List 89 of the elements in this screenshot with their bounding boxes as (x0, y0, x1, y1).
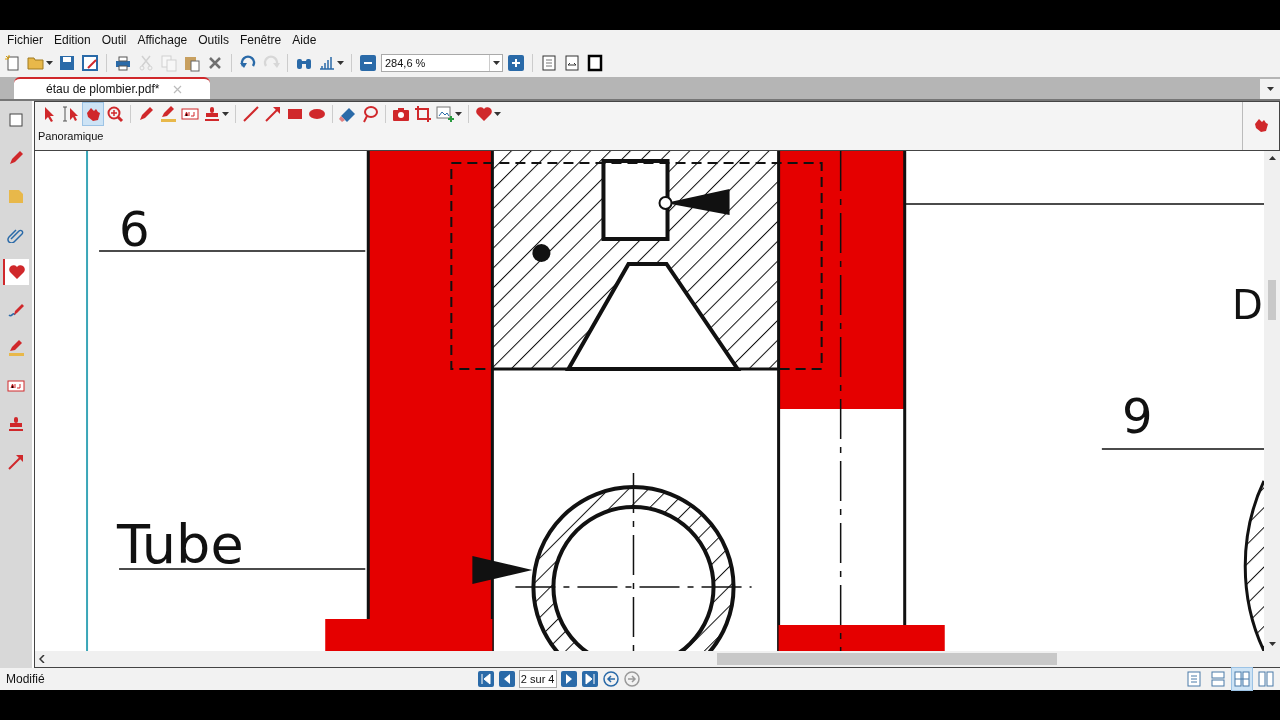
heart-icon (8, 263, 26, 281)
zoom-icon (106, 105, 124, 123)
single-page-icon (1185, 670, 1203, 688)
square-button[interactable] (585, 52, 605, 74)
drawing-label: 9 (1121, 388, 1153, 444)
copy-icon (160, 54, 178, 72)
facing-pages-view-button[interactable] (1232, 668, 1252, 690)
scroll-down-icon[interactable] (1268, 642, 1276, 646)
text-cursor-icon (62, 105, 80, 123)
last-page-button[interactable] (580, 668, 599, 690)
back-button[interactable] (601, 668, 620, 690)
menu-item[interactable]: Aide (292, 33, 317, 47)
square-icon (7, 111, 25, 129)
line-icon (242, 105, 260, 123)
caret-icon (492, 61, 500, 65)
camera-icon (392, 105, 410, 123)
caret-icon (337, 61, 344, 65)
page-icon (540, 54, 558, 72)
square-icon (586, 54, 604, 72)
eraser-icon (339, 105, 357, 123)
clipboard-icon (183, 54, 201, 72)
arrow-icon (264, 105, 282, 123)
caret-icon (222, 112, 229, 116)
plus-button[interactable] (506, 52, 526, 74)
floppy-pen-icon (81, 54, 99, 72)
menu-item[interactable]: Outils (198, 33, 229, 47)
stamp-icon (203, 105, 221, 123)
image-add-tool[interactable] (435, 103, 463, 125)
caret-icon (494, 112, 501, 116)
folder-icon (27, 54, 45, 72)
forward-button[interactable] (622, 668, 641, 690)
text-field-icon (181, 105, 199, 123)
mode-label: Panoramique (37, 129, 105, 142)
crop-icon (414, 105, 432, 123)
menu-item[interactable]: Fenêtre (239, 33, 282, 47)
menu-item[interactable]: Edition (54, 33, 91, 47)
scroll-up-icon[interactable] (1268, 156, 1276, 160)
image-add-icon (436, 105, 454, 123)
scroll-thumb[interactable] (717, 653, 1057, 665)
caret-icon (46, 61, 53, 65)
scroll-left-icon[interactable] (39, 655, 45, 663)
status-text: Modifié (6, 672, 45, 686)
page-button[interactable] (539, 52, 559, 74)
lasso-icon (361, 105, 379, 123)
highlighter-icon (7, 339, 25, 357)
drawing-label: D (1231, 282, 1263, 328)
floppy-pen-button[interactable] (80, 52, 100, 74)
caret-icon (455, 112, 462, 116)
stamp-icon (7, 415, 25, 433)
curve-pen-icon (7, 301, 25, 319)
arrow-icon (7, 453, 25, 471)
scroll-thumb[interactable] (1268, 280, 1276, 320)
highlighter-icon (159, 105, 177, 123)
lasso-tool[interactable] (360, 103, 380, 125)
menu-item[interactable]: Affichage (137, 33, 188, 47)
hand-icon (84, 105, 102, 123)
pen-icon (137, 105, 155, 123)
highlighter-tool[interactable] (158, 103, 178, 125)
page-field[interactable]: 2 sur 4 (518, 670, 557, 688)
printer-icon (114, 54, 132, 72)
bar-chart-icon (318, 54, 336, 72)
drawing-label: 6 (119, 201, 150, 257)
new-document-icon (4, 54, 22, 72)
next-page-button[interactable] (559, 668, 578, 690)
caret-icon (1266, 87, 1274, 91)
document-tab[interactable]: étau de plombier.pdf* (14, 77, 211, 99)
heart-icon (475, 105, 493, 123)
drawing-label: Tube (117, 513, 244, 576)
continuous-pages-icon (1209, 670, 1227, 688)
text-cursor-tool[interactable] (61, 103, 81, 125)
zoom-field[interactable]: 284,6 % (381, 54, 503, 72)
previous-page-button[interactable] (497, 668, 516, 690)
heart-panel-tab[interactable] (3, 259, 29, 285)
minus-button[interactable] (358, 52, 378, 74)
pen-icon (7, 149, 25, 167)
text-field-icon (7, 377, 25, 395)
note-icon (7, 187, 25, 205)
plus-icon (507, 54, 525, 72)
crop-tool[interactable] (413, 103, 433, 125)
first-page-button[interactable] (476, 668, 495, 690)
hand-tool[interactable] (83, 103, 103, 125)
facing-pages-icon (1233, 670, 1251, 688)
minus-icon (359, 54, 377, 72)
menu-item[interactable]: Fichier (7, 33, 43, 47)
tab-list-button[interactable] (1260, 79, 1280, 99)
scissors-icon (137, 54, 155, 72)
two-columns-icon (1257, 670, 1275, 688)
menu-item[interactable]: Outil (101, 33, 127, 47)
page-width-icon (563, 54, 581, 72)
